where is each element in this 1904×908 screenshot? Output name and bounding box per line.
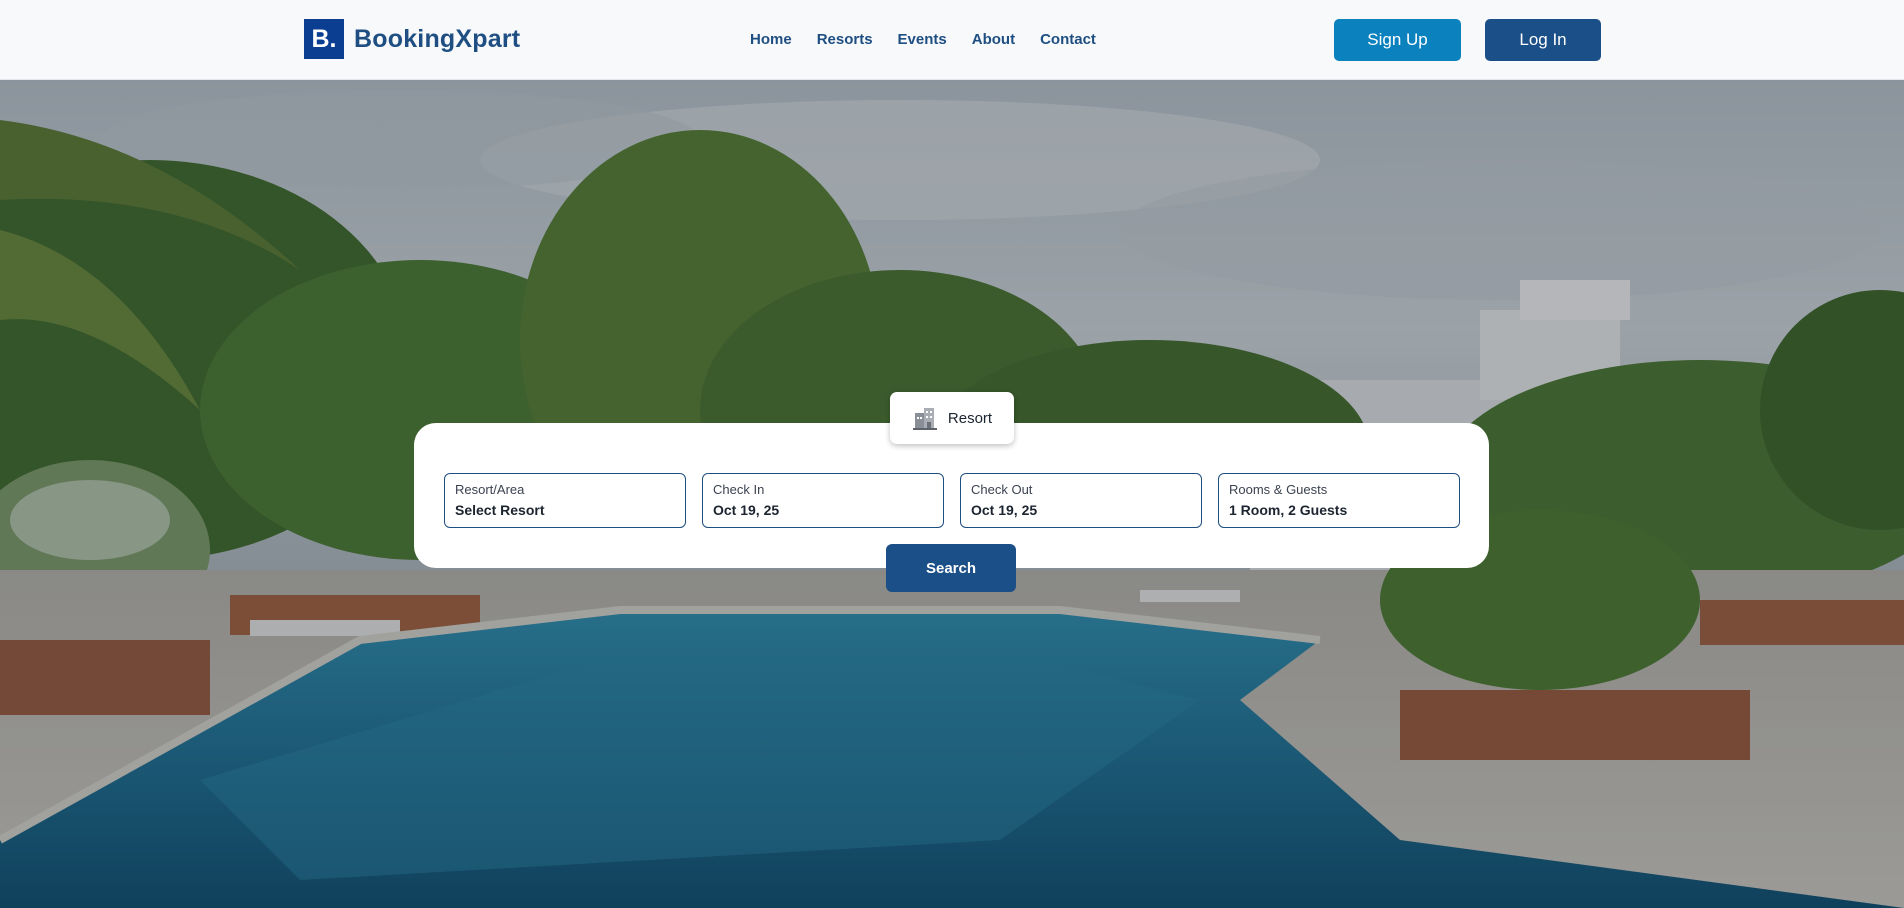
nav-resorts[interactable]: Resorts xyxy=(817,30,873,50)
rooms-guests-field[interactable]: Rooms & Guests 1 Room, 2 Guests xyxy=(1218,473,1460,528)
sign-up-button[interactable]: Sign Up xyxy=(1334,19,1461,61)
resort-area-value: Select Resort xyxy=(455,502,545,518)
check-in-value: Oct 19, 25 xyxy=(713,502,780,518)
rooms-guests-value: 1 Room, 2 Guests xyxy=(1229,502,1348,518)
rooms-guests-label: Rooms & Guests xyxy=(1229,482,1328,497)
resort-area-field[interactable]: Resort/Area Select Resort xyxy=(444,473,686,528)
check-out-field[interactable]: Check Out Oct 19, 25 xyxy=(960,473,1202,528)
hotel-building-icon xyxy=(912,408,937,430)
search-button[interactable]: Search xyxy=(886,544,1016,592)
check-out-label: Check Out xyxy=(971,482,1033,497)
resort-area-label: Resort/Area xyxy=(455,482,525,497)
brand-name: BookingXpart xyxy=(354,24,521,53)
check-in-field[interactable]: Check In Oct 19, 25 xyxy=(702,473,944,528)
nav-home[interactable]: Home xyxy=(750,30,792,50)
nav-contact[interactable]: Contact xyxy=(1040,30,1096,50)
check-out-value: Oct 19, 25 xyxy=(971,502,1038,518)
log-in-button[interactable]: Log In xyxy=(1485,19,1601,61)
check-in-label: Check In xyxy=(713,482,765,497)
site-header: B. BookingXpart Home Resorts Events Abou… xyxy=(0,0,1904,80)
tab-resort[interactable]: Resort xyxy=(890,392,1014,444)
brand-logo[interactable]: B. BookingXpart xyxy=(304,19,520,59)
logo-mark: B. xyxy=(304,19,344,59)
main-nav: Home Resorts Events About Contact xyxy=(750,30,1121,50)
tab-resort-label: Resort xyxy=(947,409,993,427)
nav-about[interactable]: About xyxy=(972,30,1015,50)
nav-events[interactable]: Events xyxy=(898,30,947,50)
